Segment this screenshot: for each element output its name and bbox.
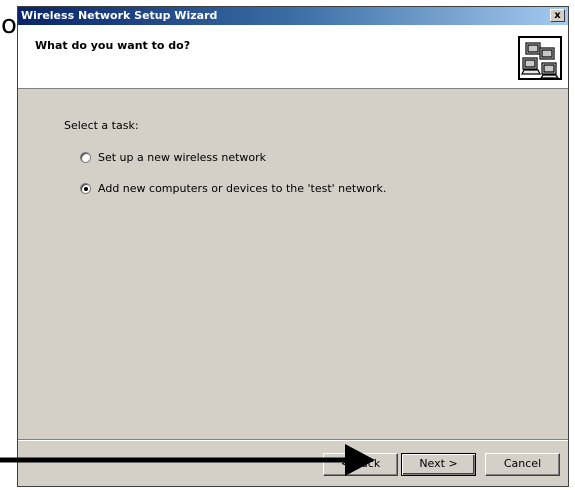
cancel-button[interactable]: Cancel [485,453,560,476]
option-label: Add new computers or devices to the 'tes… [98,182,387,195]
wizard-header: What do you want to do? [18,25,568,89]
stray-character: o [1,10,17,40]
title-bar[interactable]: Wireless Network Setup Wizard x [18,7,568,25]
radio-button[interactable] [80,152,91,163]
next-button[interactable]: Next > [401,453,476,476]
option-setup-new-network[interactable]: Set up a new wireless network [80,151,266,164]
close-button[interactable]: x [550,9,565,22]
radio-button-selected[interactable] [80,183,91,194]
option-add-devices[interactable]: Add new computers or devices to the 'tes… [80,182,386,195]
wizard-window: Wireless Network Setup Wizard x What do … [17,6,569,487]
pointer-arrow [0,444,375,476]
page-title: What do you want to do? [35,39,191,52]
window-title: Wireless Network Setup Wizard [21,9,218,22]
network-computers-icon [518,36,562,80]
option-label: Set up a new wireless network [98,151,267,164]
task-prompt: Select a task: [64,119,139,132]
arrow-head [345,444,375,476]
wizard-body: Select a task: Set up a new wireless net… [18,89,568,439]
